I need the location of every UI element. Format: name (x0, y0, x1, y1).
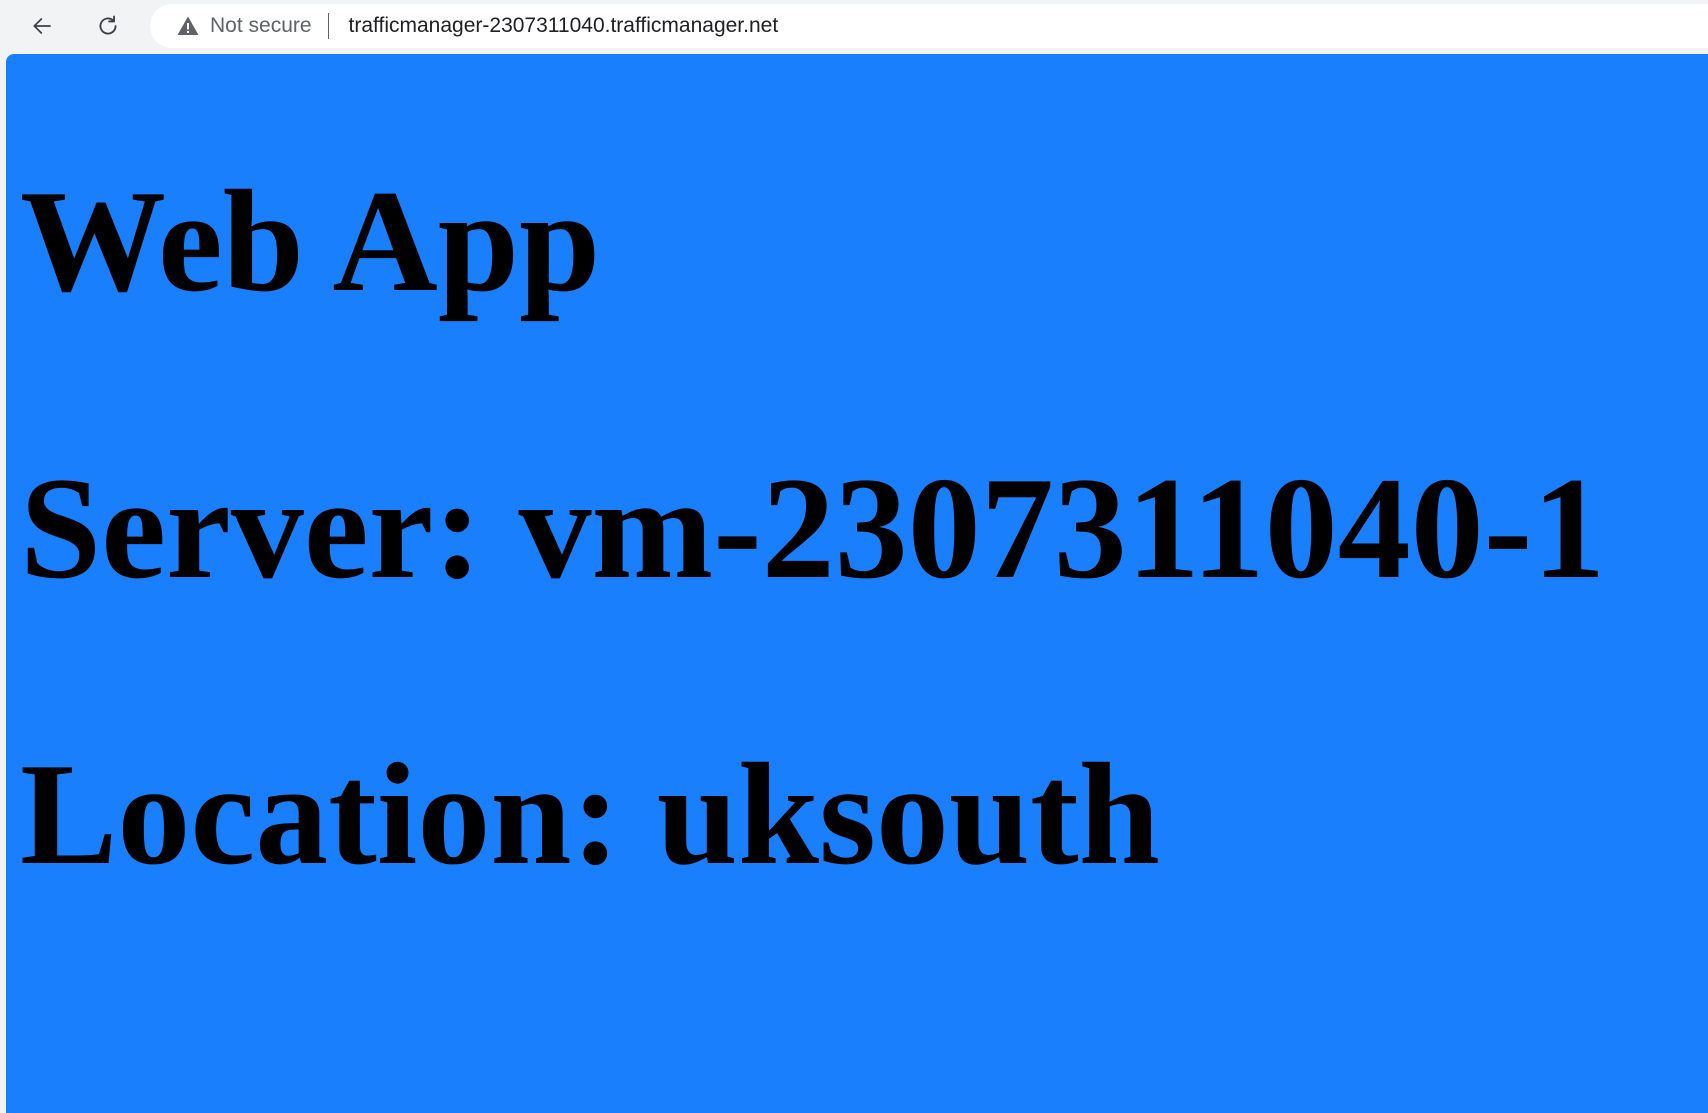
server-heading: Server: vm-2307311040-1 (20, 447, 1606, 609)
reload-icon (99, 15, 117, 35)
address-separator (327, 13, 329, 39)
address-bar[interactable]: Not secure trafficmanager-2307311040.tra… (150, 4, 1708, 48)
arrow-left-icon (33, 17, 51, 35)
location-heading: Location: uksouth (20, 733, 1160, 895)
back-button[interactable] (22, 6, 62, 46)
page-viewport: Web App Server: vm-2307311040-1 Location… (6, 54, 1708, 1113)
warning-triangle-icon[interactable] (176, 14, 200, 38)
reload-button[interactable] (88, 6, 128, 46)
page-title: Web App (20, 160, 601, 322)
browser-window: Not secure trafficmanager-2307311040.tra… (0, 0, 1708, 1113)
browser-toolbar: Not secure trafficmanager-2307311040.tra… (0, 0, 1708, 52)
security-status-label[interactable]: Not secure (210, 14, 312, 38)
url-text[interactable]: trafficmanager-2307311040.trafficmanager… (349, 14, 779, 38)
